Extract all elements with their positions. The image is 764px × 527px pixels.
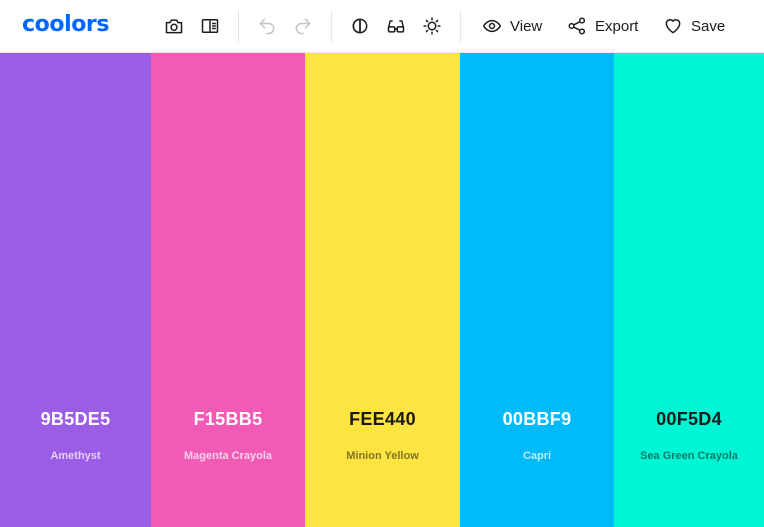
side-panel-icon[interactable]	[196, 12, 224, 40]
color-name[interactable]: Amethyst	[0, 450, 151, 462]
share-icon	[568, 17, 586, 35]
undo-icon[interactable]	[253, 12, 281, 40]
color-hex[interactable]: F15BB5	[151, 409, 305, 430]
toolbar-divider	[238, 10, 239, 42]
color-swatch-2[interactable]: F15BB5 Magenta Crayola	[151, 53, 305, 527]
save-button[interactable]: Save	[663, 12, 725, 40]
color-name[interactable]: Capri	[460, 450, 614, 462]
camera-icon[interactable]	[160, 12, 188, 40]
view-button[interactable]: View	[482, 12, 542, 40]
redo-icon[interactable]	[289, 12, 317, 40]
toolbar-divider	[331, 10, 332, 42]
heart-icon	[665, 19, 681, 34]
toolbar: coolors View Export Save	[0, 0, 764, 53]
color-swatch-4[interactable]: 00BBF9 Capri	[460, 53, 614, 527]
color-name[interactable]: Minion Yellow	[305, 450, 460, 462]
save-label: Save	[691, 17, 726, 35]
color-name[interactable]: Sea Green Crayola	[614, 450, 764, 462]
eye-icon	[482, 19, 502, 33]
color-hex[interactable]: 00BBF9	[460, 409, 614, 430]
color-hex[interactable]: 9B5DE5	[0, 409, 151, 430]
color-hex[interactable]: 00F5D4	[614, 409, 764, 430]
palette: 9B5DE5 Amethyst F15BB5 Magenta Crayola F…	[0, 53, 764, 527]
brightness-icon[interactable]	[418, 12, 446, 40]
color-swatch-5[interactable]: 00F5D4 Sea Green Crayola	[614, 53, 764, 527]
color-name[interactable]: Magenta Crayola	[151, 450, 305, 462]
coolors-logo[interactable]: coolors	[22, 10, 109, 40]
glasses-icon[interactable]	[382, 12, 410, 40]
contrast-icon[interactable]	[346, 12, 374, 40]
color-swatch-3[interactable]: FEE440 Minion Yellow	[305, 53, 460, 527]
view-label: View	[510, 17, 543, 35]
export-button[interactable]: Export	[567, 12, 638, 40]
toolbar-divider	[460, 10, 461, 42]
color-swatch-1[interactable]: 9B5DE5 Amethyst	[0, 53, 151, 527]
export-label: Export	[595, 17, 639, 35]
color-hex[interactable]: FEE440	[305, 409, 460, 430]
